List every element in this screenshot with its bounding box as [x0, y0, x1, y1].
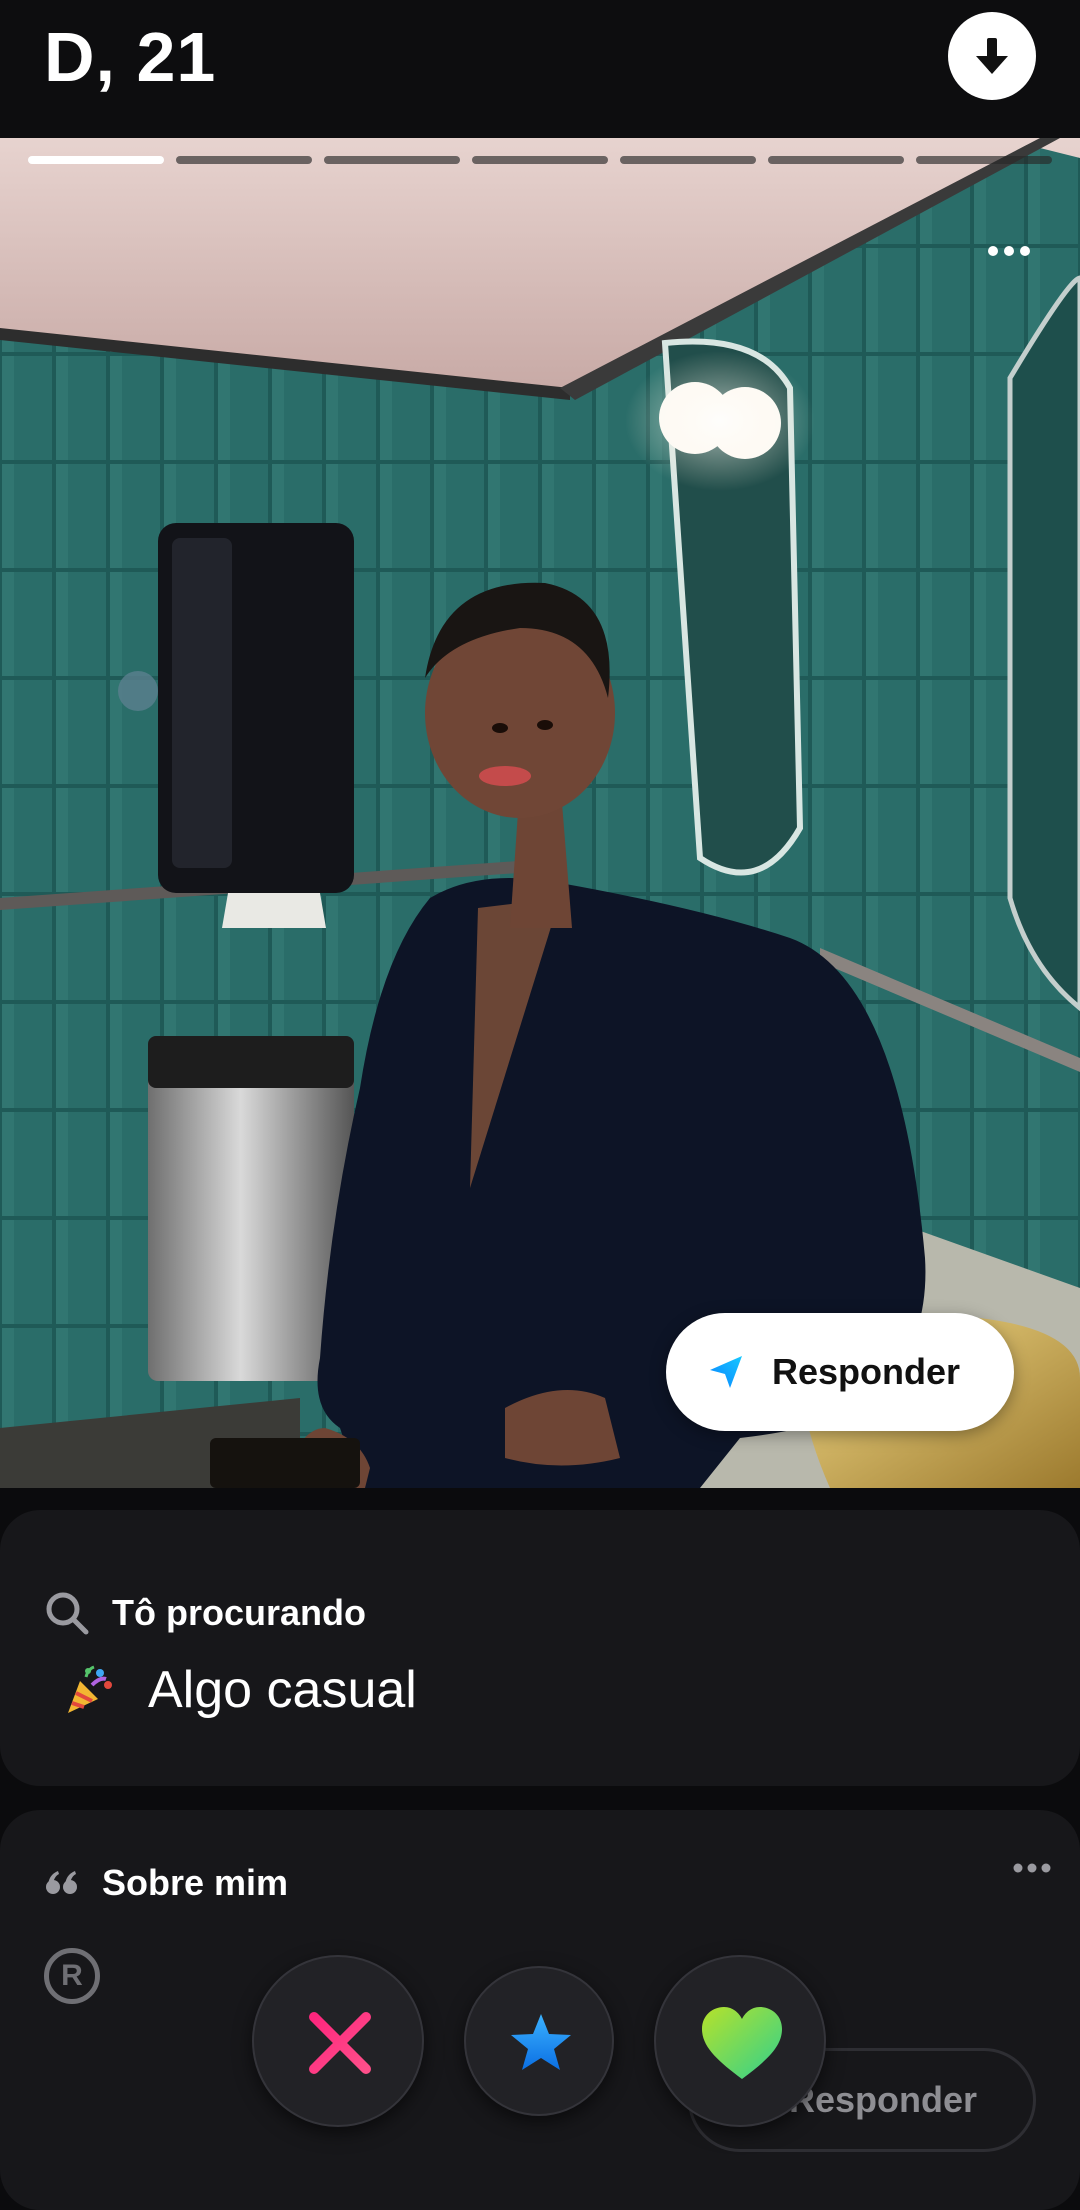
reply-label: Responder: [772, 1351, 961, 1392]
party-popper-icon: [68, 1665, 112, 1713]
super-like-button[interactable]: [464, 1966, 614, 2116]
about-header: Sobre mim: [44, 1862, 288, 1904]
profile-name-age: D, 21: [44, 18, 217, 96]
reply-button[interactable]: Responder: [666, 1313, 1014, 1431]
like-button[interactable]: [654, 1955, 826, 2127]
progress-segment: [472, 156, 608, 164]
send-arrow-icon: [710, 1356, 742, 1388]
looking-for-card: Tô procurando Algo casual: [0, 1510, 1080, 1786]
progress-segment: [176, 156, 312, 164]
profile-photo[interactable]: Responder: [0, 138, 1080, 1488]
looking-for-value-row: Algo casual: [62, 1660, 417, 1720]
more-dots-icon: [1013, 1863, 1051, 1873]
looking-for-title: Tô procurando: [112, 1592, 366, 1633]
profile-header: D, 21: [0, 0, 1080, 138]
x-icon: [309, 2012, 371, 2074]
progress-segment: [620, 156, 756, 164]
progress-segment: [916, 156, 1052, 164]
download-arrow-icon: [976, 38, 1008, 74]
about-title: Sobre mim: [102, 1862, 289, 1903]
progress-segment: [28, 156, 164, 164]
photo-image: [0, 138, 1080, 1488]
looking-for-header: Tô procurando: [44, 1590, 366, 1636]
progress-segment: [324, 156, 460, 164]
nope-button[interactable]: [252, 1955, 424, 2127]
photo-more-button[interactable]: [984, 236, 1034, 266]
registered-icon: R: [44, 1948, 100, 2004]
search-icon: [46, 1592, 89, 1635]
heart-icon: [702, 2007, 782, 2079]
more-dots-icon: [988, 246, 1030, 256]
photo-progress-bar: [28, 156, 1052, 164]
about-more-button[interactable]: [1012, 1858, 1052, 1883]
star-icon: [511, 2014, 571, 2070]
about-reply-label: Responder: [789, 2079, 978, 2120]
progress-segment: [768, 156, 904, 164]
quote-icon: [46, 1871, 77, 1894]
looking-for-value: Algo casual: [148, 1661, 417, 1719]
download-button[interactable]: [948, 12, 1036, 100]
